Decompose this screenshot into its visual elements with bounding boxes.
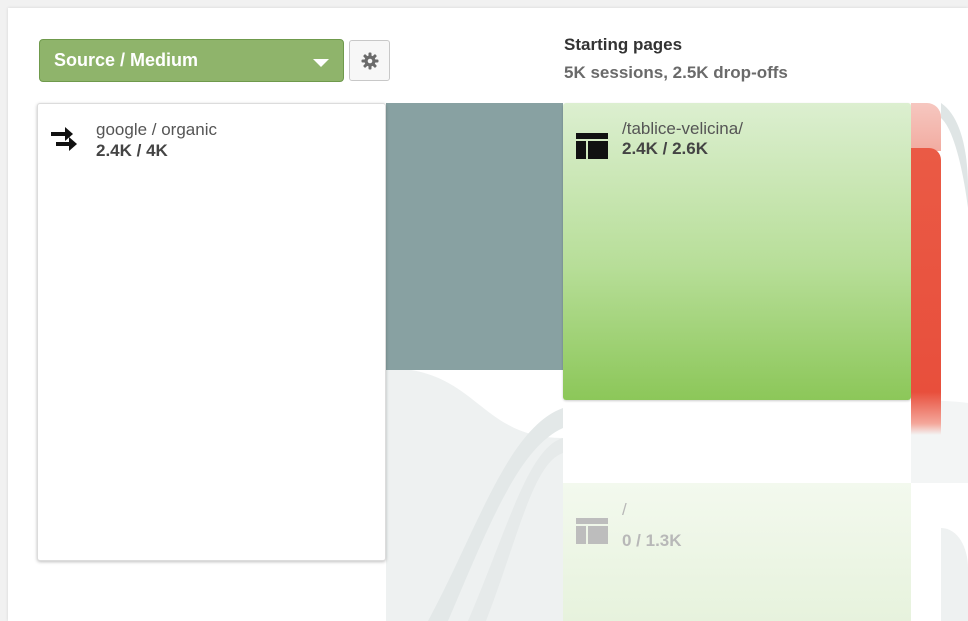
source-node-google-organic[interactable]: google / organic 2.4K / 4K xyxy=(37,103,386,561)
chevron-down-icon xyxy=(313,58,329,67)
faint-flow xyxy=(941,103,968,208)
main-flow[interactable] xyxy=(386,103,563,370)
settings-button[interactable] xyxy=(349,40,390,81)
page-node-root[interactable]: / 0 / 1.3K xyxy=(563,483,911,621)
gear-icon xyxy=(361,52,378,69)
dropoff-bar-top[interactable] xyxy=(911,103,941,151)
page-count: 2.4K / 2.6K xyxy=(622,139,708,158)
column-subtitle: 5K sessions, 2.5K drop-offs xyxy=(564,63,788,82)
flow-canvas: Source / Medium Starting pages 5K sessio… xyxy=(8,8,968,621)
column-title: Starting pages xyxy=(564,35,683,54)
source-name: google / organic xyxy=(96,120,217,139)
page-node-tablice-velicina[interactable]: /tablice-velicina/ 2.4K / 2.6K xyxy=(563,103,911,400)
dimension-dropdown[interactable]: Source / Medium xyxy=(39,39,344,82)
page-name: /tablice-velicina/ xyxy=(622,119,743,138)
faint-flow xyxy=(941,528,968,621)
page-count: 0 / 1.3K xyxy=(622,531,682,550)
traffic-source-arrows-icon xyxy=(51,127,77,151)
faint-flow xyxy=(386,368,563,621)
source-count: 2.4K / 4K xyxy=(96,141,168,160)
dropoff-bar[interactable] xyxy=(911,148,941,435)
page-layout-icon xyxy=(576,518,608,544)
page-layout-icon xyxy=(576,133,608,159)
page-name: / xyxy=(622,500,627,519)
dimension-dropdown-label: Source / Medium xyxy=(54,50,199,70)
